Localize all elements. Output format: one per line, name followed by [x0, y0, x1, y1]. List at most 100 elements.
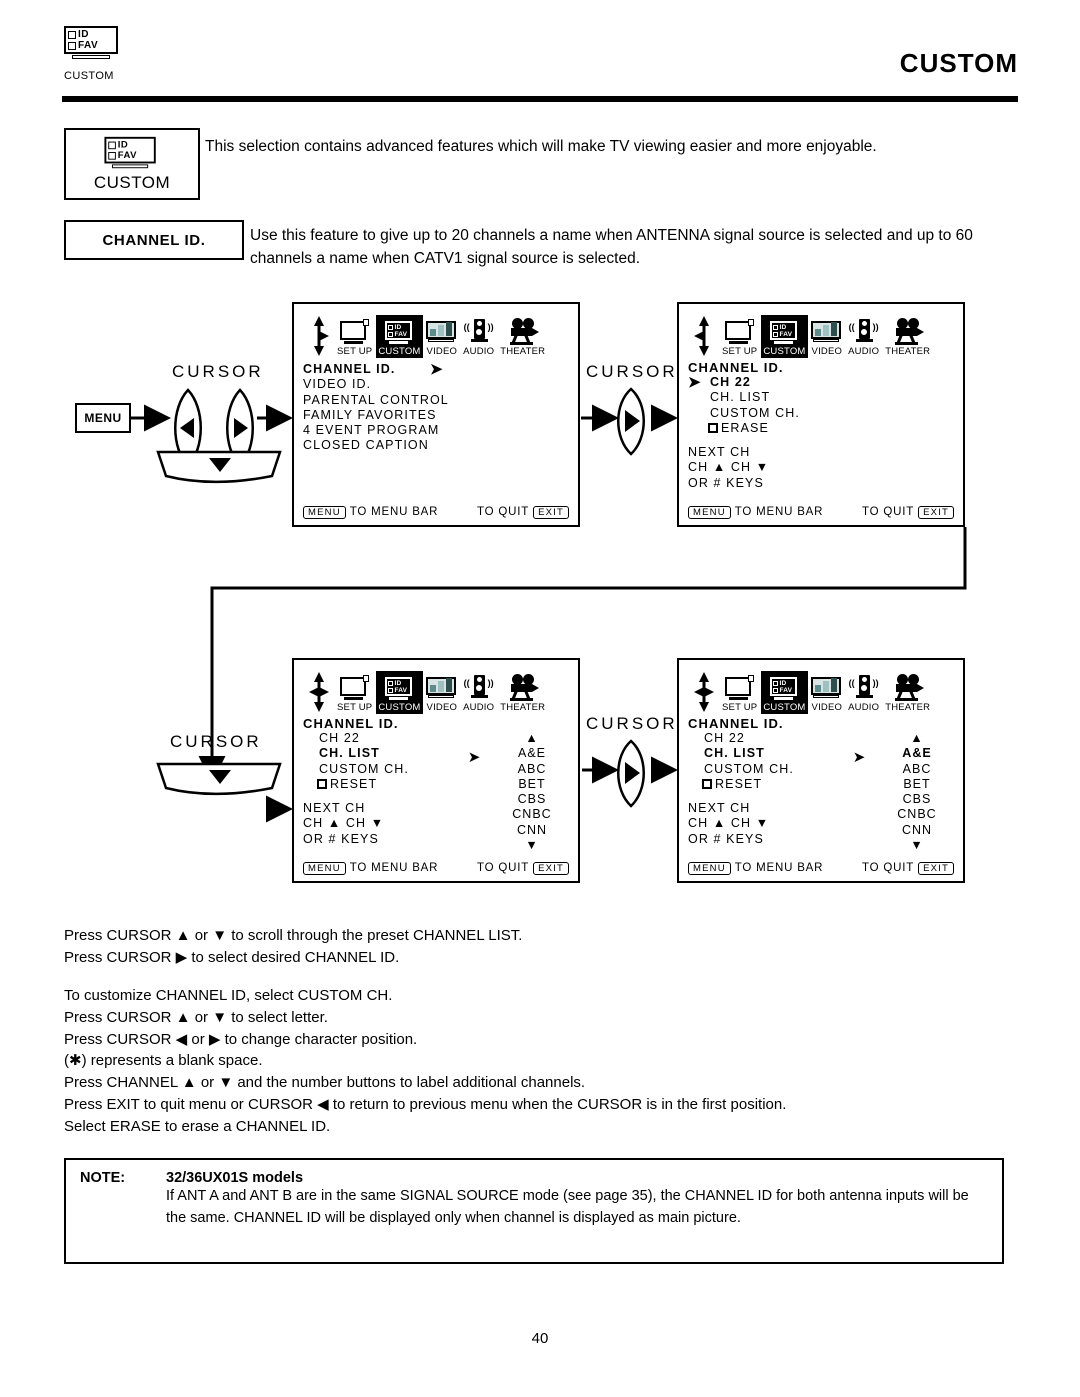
- instructions: Press CURSOR ▲ or ▼ to scroll through th…: [64, 925, 1004, 1138]
- custom-feature-icon-box: ID FAV CUSTOM: [64, 128, 200, 200]
- list-item-label: CH 22: [319, 731, 360, 745]
- channel-list-item[interactable]: CNN: [495, 823, 569, 838]
- list-item[interactable]: CLOSED CAPTION: [303, 438, 569, 453]
- menu-item-audio[interactable]: (()) AUDIO: [846, 671, 881, 714]
- video-monitor-icon: [425, 675, 458, 701]
- list-item[interactable]: CH. LIST: [303, 746, 453, 761]
- channel-list-item[interactable]: CBS: [495, 792, 569, 807]
- menu-item-setup-label: SET UP: [722, 346, 758, 357]
- list-item[interactable]: CH 22: [688, 731, 838, 746]
- menu-item-theater[interactable]: THEATER: [498, 315, 547, 358]
- osd-footer: MENU TO MENU BAR TO QUIT EXIT: [688, 862, 954, 875]
- menu-key-icon[interactable]: MENU: [303, 862, 346, 875]
- exit-key-icon[interactable]: EXIT: [533, 862, 569, 875]
- menu-item-custom[interactable]: ID FAV CUSTOM: [761, 671, 808, 714]
- id-fav-tv-icon: ID FAV: [104, 136, 159, 168]
- menu-item-theater[interactable]: THEATER: [498, 671, 547, 714]
- cursor-down-key-2[interactable]: [152, 760, 287, 802]
- list-item-label: CH 22: [704, 731, 745, 745]
- menu-item-setup[interactable]: SET UP: [335, 315, 374, 358]
- scroll-down-icon[interactable]: ▼: [495, 838, 569, 853]
- channel-list-item[interactable]: CNN: [880, 823, 954, 838]
- menu-item-custom[interactable]: ID FAV CUSTOM: [376, 671, 423, 714]
- hint-line: CH ▲ CH ▼: [688, 816, 770, 831]
- exit-key-icon[interactable]: EXIT: [533, 506, 569, 519]
- scroll-up-icon[interactable]: ▲: [880, 731, 954, 746]
- fav-checkbox-icon: [68, 41, 76, 50]
- channel-list-item[interactable]: BET: [880, 777, 954, 792]
- menu-item-video-label: VIDEO: [426, 702, 458, 713]
- fav-checkbox-icon: [108, 151, 116, 159]
- header-icon-caption: CUSTOM: [64, 70, 114, 82]
- list-item[interactable]: PARENTAL CONTROL: [303, 393, 569, 408]
- list-item[interactable]: RESET: [688, 777, 838, 792]
- menu-item-custom[interactable]: ID FAV CUSTOM: [376, 315, 423, 358]
- menu-item-setup[interactable]: SET UP: [335, 671, 374, 714]
- channel-id-feature-description: Use this feature to give up to 20 channe…: [250, 227, 973, 268]
- menu-key-icon[interactable]: MENU: [688, 506, 731, 519]
- hint-line: CH ▲ CH ▼: [688, 460, 770, 475]
- id-fav-tv-icon: ID FAV: [769, 675, 799, 701]
- instruction-line: Press CURSOR ◀ or ▶ to change character …: [64, 1030, 418, 1048]
- menu-button[interactable]: MENU: [75, 403, 131, 433]
- menu-item-audio[interactable]: (()) AUDIO: [846, 315, 881, 358]
- channel-list-item[interactable]: CNBC: [880, 807, 954, 822]
- scroll-up-icon[interactable]: ▲: [495, 731, 569, 746]
- menu-item-video[interactable]: VIDEO: [810, 671, 845, 714]
- menu-item-setup[interactable]: SET UP: [720, 671, 759, 714]
- list-item[interactable]: 4 EVENT PROGRAM: [303, 423, 569, 438]
- list-item[interactable]: CUSTOM CH.: [303, 762, 453, 777]
- menu-key-icon[interactable]: MENU: [303, 506, 346, 519]
- list-item[interactable]: ➤ CH 22: [688, 375, 954, 390]
- channel-list-item[interactable]: A&E: [495, 746, 569, 761]
- menu-item-audio[interactable]: (()) AUDIO: [461, 315, 496, 358]
- channel-list-item[interactable]: ABC: [495, 762, 569, 777]
- list-item[interactable]: RESET: [303, 777, 453, 792]
- cursor-down-key[interactable]: [152, 448, 287, 488]
- channel-list-item-selected[interactable]: A&E: [880, 746, 954, 761]
- monitor-icon: [724, 675, 755, 701]
- channel-list: ▲ A&E ABC BET CBS CNBC CNN ▼: [880, 731, 954, 853]
- list-item[interactable]: CUSTOM CH.: [688, 406, 954, 421]
- exit-key-icon[interactable]: EXIT: [918, 862, 954, 875]
- channel-list-item[interactable]: BET: [495, 777, 569, 792]
- menu-item-theater[interactable]: THEATER: [883, 671, 932, 714]
- list-item[interactable]: CH. LIST: [688, 390, 954, 405]
- list-item[interactable]: CH. LIST: [688, 746, 838, 761]
- list-item[interactable]: FAMILY FAVORITES: [303, 408, 569, 423]
- list-item[interactable]: CH 22: [303, 731, 453, 746]
- cursor-right-key-bottom[interactable]: [604, 738, 664, 810]
- menu-item-audio-label: AUDIO: [848, 702, 880, 713]
- exit-key-icon[interactable]: EXIT: [918, 506, 954, 519]
- fav-label: FAV: [117, 149, 137, 161]
- cursor-right-key-top[interactable]: [604, 386, 664, 458]
- speaker-icon: (()): [463, 318, 495, 345]
- hint-line: NEXT CH: [688, 801, 751, 815]
- operation-flow-diagram: MENU CURSOR CURSOR CURSOR CURSOR SET UP …: [0, 290, 1080, 910]
- reset-checkbox-icon[interactable]: [702, 778, 712, 789]
- scroll-down-icon[interactable]: ▼: [880, 838, 954, 853]
- reset-checkbox-icon[interactable]: [317, 778, 327, 789]
- list-item[interactable]: CHANNEL ID. ➤: [303, 362, 569, 377]
- channel-list-item[interactable]: CBS: [880, 792, 954, 807]
- menu-item-custom[interactable]: ID FAV CUSTOM: [761, 315, 808, 358]
- hint-line: OR # KEYS: [303, 831, 379, 846]
- menu-hint: TO MENU BAR: [734, 862, 824, 874]
- menu-item-custom-label: CUSTOM: [763, 702, 806, 713]
- channel-list-item[interactable]: ABC: [880, 762, 954, 777]
- nav-four-way-icon: [309, 672, 329, 712]
- menu-item-video[interactable]: VIDEO: [810, 315, 845, 358]
- fav-label: FAV: [78, 40, 99, 51]
- list-item[interactable]: CUSTOM CH.: [688, 762, 838, 777]
- video-monitor-icon: [425, 319, 458, 345]
- menu-item-audio[interactable]: (()) AUDIO: [461, 671, 496, 714]
- erase-checkbox-icon[interactable]: [708, 422, 718, 433]
- menu-item-video[interactable]: VIDEO: [425, 315, 460, 358]
- list-item[interactable]: ERASE: [688, 421, 954, 436]
- menu-item-theater[interactable]: THEATER: [883, 315, 932, 358]
- menu-item-video[interactable]: VIDEO: [425, 671, 460, 714]
- list-item[interactable]: VIDEO ID.: [303, 377, 569, 392]
- channel-list-item[interactable]: CNBC: [495, 807, 569, 822]
- menu-item-setup[interactable]: SET UP: [720, 315, 759, 358]
- menu-key-icon[interactable]: MENU: [688, 862, 731, 875]
